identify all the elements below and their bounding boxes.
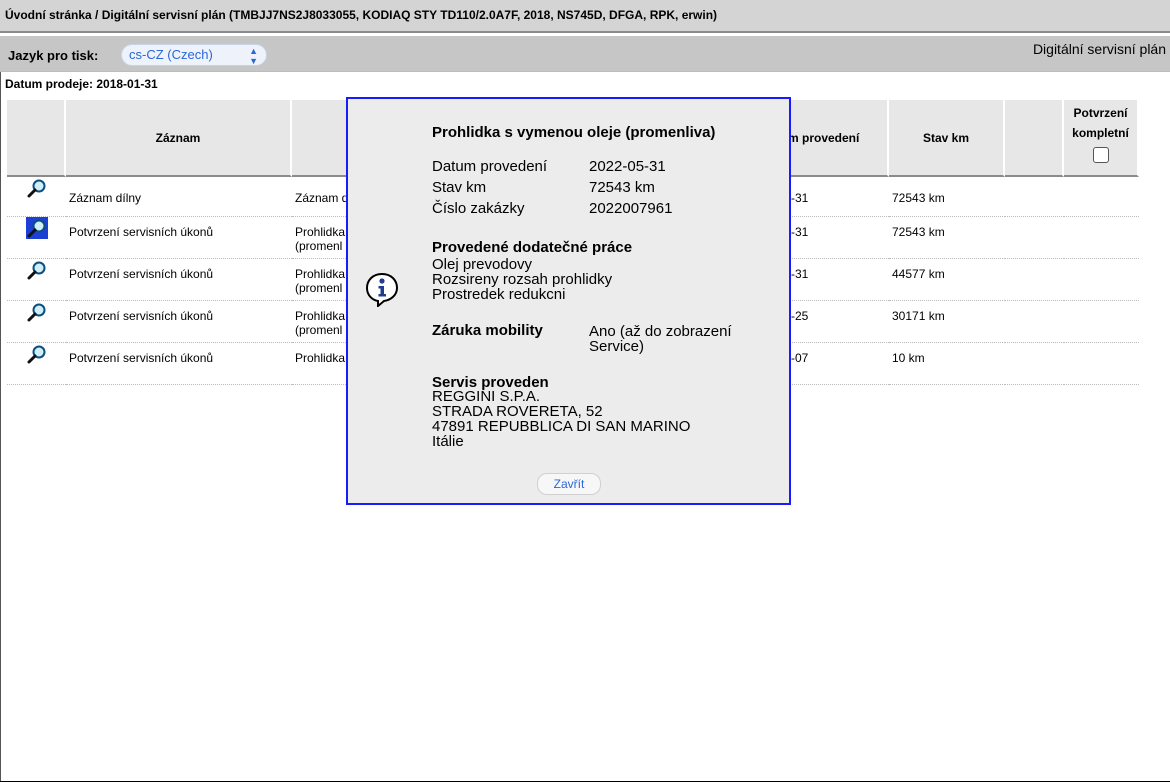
language-bar: Jazyk pro tisk: cs-CZ (Czech) ▲ ▼ Digitál… [0, 36, 1170, 72]
field-label: Číslo zakázky [432, 200, 525, 217]
breadcrumb: Úvodní stránka / Digitální servisní plán… [0, 0, 1170, 33]
extra-work-item: Olej prevodovy [432, 256, 533, 273]
close-button[interactable]: Zavřít [537, 473, 601, 495]
km-cell: 30171 km [889, 301, 1005, 343]
service-line: Itálie [432, 433, 464, 450]
service-line: STRADA ROVERETA, 52 [432, 403, 603, 420]
dialog-title: Prohlidka s vymenou oleje (promenliva) [432, 124, 716, 141]
magnifier-icon[interactable] [26, 177, 48, 199]
magnifier-icon[interactable] [26, 259, 48, 281]
date-cell: -07 [788, 343, 889, 385]
confirm-all-checkbox[interactable] [1092, 147, 1109, 163]
field-order: Číslo zakázky 2022007961 [432, 200, 672, 217]
header-record: Záznam [66, 100, 292, 177]
sale-date: Datum prodeje: 2018-01-31 [5, 77, 158, 91]
service-detail-dialog: Prohlidka s vymenou oleje (promenliva) D… [346, 97, 791, 505]
header-confirm: Potvrzení kompletní [1064, 100, 1139, 177]
header-blank [1005, 100, 1064, 177]
mobility-label: Záruka mobility [432, 322, 543, 339]
extra-work-heading: Provedené dodatečné práce [432, 239, 633, 256]
header-icon-col [7, 100, 66, 177]
field-value: 2022-05-31 [589, 158, 666, 175]
info-icon [364, 271, 400, 309]
date-cell: -31 [788, 259, 889, 301]
magnifier-icon[interactable] [25, 217, 48, 239]
date-cell: -31 [788, 217, 889, 259]
field-km: Stav km 72543 km [432, 179, 655, 196]
record-cell: Potvrzení servisních úkonů [66, 343, 292, 385]
km-cell: 72543 km [889, 217, 1005, 259]
km-cell: 10 km [889, 343, 1005, 385]
record-cell: Potvrzení servisních úkonů [66, 217, 292, 259]
field-date: Datum provedení 2022-05-31 [432, 158, 666, 175]
service-line: REGGINI S.P.A. [432, 388, 541, 405]
mobility-value: Ano (až do zobrazení [589, 323, 732, 340]
header-confirm-label: Potvrzení kompletní [1072, 106, 1129, 140]
language-select[interactable]: cs-CZ (Czech) ▲ ▼ [121, 44, 267, 66]
updown-chevron-icon: ▲ ▼ [249, 46, 258, 66]
magnifier-icon[interactable] [26, 343, 48, 365]
language-label: Jazyk pro tisk: [8, 48, 99, 63]
record-cell: Potvrzení servisních úkonů [66, 259, 292, 301]
field-value: 72543 km [589, 179, 655, 196]
km-cell: 72543 km [889, 177, 1005, 217]
record-cell: Záznam dílny [66, 177, 292, 217]
header-date: m provedení [788, 100, 889, 177]
extra-work-item: Prostredek redukcni [432, 286, 566, 303]
field-label: Datum provedení [432, 158, 548, 175]
date-cell: -25 [788, 301, 889, 343]
language-select-value: cs-CZ (Czech) [129, 47, 213, 62]
date-cell: -31 [788, 177, 889, 217]
mobility-value-cont: Service) [589, 338, 645, 355]
header-km: Stav km [889, 100, 1005, 177]
extra-work-item: Rozsireny rozsah prohlidky [432, 271, 613, 288]
left-border [0, 72, 1, 782]
magnifier-icon[interactable] [26, 301, 48, 323]
service-line: 47891 REPUBBLICA DI SAN MARINO [432, 418, 691, 435]
record-cell: Potvrzení servisních úkonů [66, 301, 292, 343]
field-value: 2022007961 [589, 200, 673, 217]
field-label: Stav km [432, 179, 487, 196]
app-brand: Digitální servisní plán [1032, 41, 1166, 57]
km-cell: 44577 km [889, 259, 1005, 301]
